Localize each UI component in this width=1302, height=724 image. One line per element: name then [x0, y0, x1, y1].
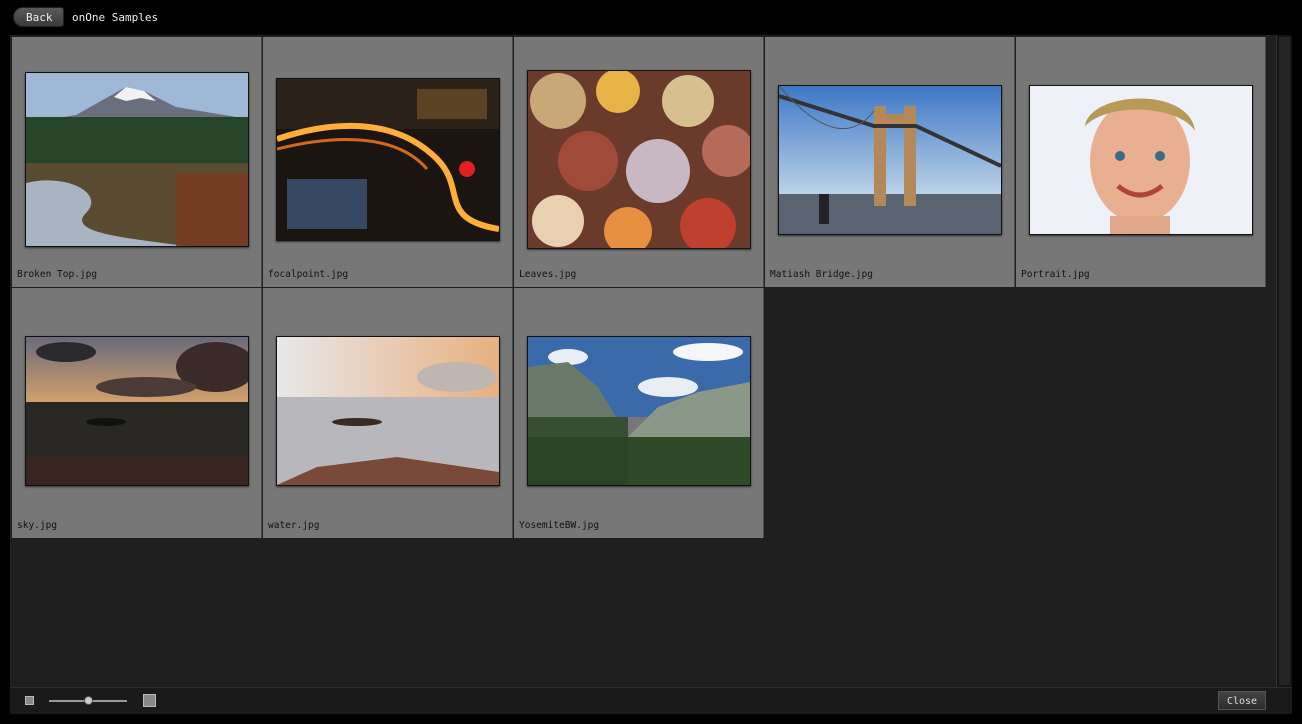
thumbnail-cell[interactable]: Portrait.jpg	[1016, 37, 1266, 287]
thumbnail-cell[interactable]: Broken Top.jpg	[12, 37, 262, 287]
thumbnail-image	[276, 336, 500, 486]
small-thumbnail-icon[interactable]	[25, 696, 34, 705]
thumbnail-cell[interactable]: YosemiteBW.jpg	[514, 288, 764, 538]
bottom-toolbar: Close	[10, 687, 1292, 714]
page-title: onOne Samples	[72, 11, 159, 24]
thumbnail-cell[interactable]: sky.jpg	[12, 288, 262, 538]
thumbnail-label: focalpoint.jpg	[268, 269, 349, 280]
thumbnail-cell[interactable]: focalpoint.jpg	[263, 37, 513, 287]
thumbnail-image	[276, 78, 500, 241]
large-thumbnail-icon[interactable]	[143, 694, 156, 707]
thumbnail-image	[527, 336, 751, 486]
top-bar: Back onOne Samples	[0, 0, 1302, 35]
thumbnail-area: Broken Top.jpg focalpoint.jpg Leaves.jpg…	[10, 35, 1276, 687]
thumbnail-label: sky.jpg	[17, 520, 58, 531]
thumbnail-image	[778, 85, 1002, 235]
back-button[interactable]: Back	[13, 7, 64, 27]
thumbnail-image	[527, 70, 751, 249]
close-button[interactable]: Close	[1218, 691, 1266, 710]
thumbnail-image	[25, 72, 249, 247]
thumbnail-label: Portrait.jpg	[1021, 269, 1090, 280]
thumbnail-label: YosemiteBW.jpg	[519, 520, 600, 531]
thumbnail-label: water.jpg	[268, 520, 320, 531]
thumbnail-cell[interactable]: Leaves.jpg	[514, 37, 764, 287]
zoom-slider-knob[interactable]	[84, 696, 93, 705]
scroll-thumb[interactable]	[1279, 37, 1290, 685]
thumbnail-image	[25, 336, 249, 486]
thumbnail-label: Matiash Bridge.jpg	[770, 269, 873, 280]
thumbnail-label: Leaves.jpg	[519, 269, 577, 280]
thumbnail-cell[interactable]: Matiash Bridge.jpg	[765, 37, 1015, 287]
thumbnail-image	[1029, 85, 1253, 235]
vertical-scrollbar[interactable]	[1276, 35, 1292, 687]
zoom-slider[interactable]	[49, 696, 127, 705]
thumbnail-cell[interactable]: water.jpg	[263, 288, 513, 538]
thumbnail-label: Broken Top.jpg	[17, 269, 98, 280]
